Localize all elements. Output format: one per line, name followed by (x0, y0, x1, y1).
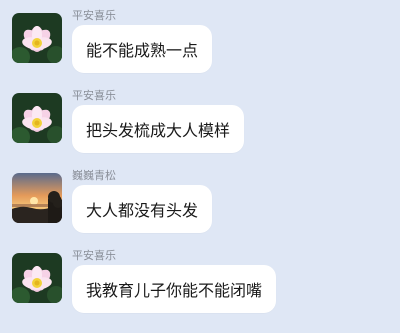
sender-name: 巍巍青松 (72, 169, 116, 182)
avatar-lotus[interactable] (12, 253, 62, 303)
avatar-lotus[interactable] (12, 93, 62, 143)
sender-name: 平安喜乐 (72, 249, 116, 262)
message-bubble[interactable]: 能不能成熟一点 (72, 25, 213, 73)
avatar-lotus[interactable] (12, 13, 62, 63)
sender-name: 平安喜乐 (72, 89, 116, 102)
lotus-icon (12, 253, 62, 303)
chat-message-list: 平安喜乐 能不能成熟一点 平安喜乐 把头发梳成大人模样 巍巍青松 大人都没有头发… (0, 0, 400, 333)
message-bubble[interactable]: 大人都没有头发 (72, 185, 213, 233)
chat-message: 平安喜乐 能不能成熟一点 (12, 9, 392, 89)
avatar-sunset[interactable] (12, 173, 62, 223)
lotus-icon (12, 13, 62, 63)
chat-message: 平安喜乐 我教育儿子你能不能闭嘴 (12, 249, 392, 329)
sender-name: 平安喜乐 (72, 9, 116, 22)
chat-message: 巍巍青松 大人都没有头发 (12, 169, 392, 249)
lotus-icon (12, 93, 62, 143)
chat-message: 平安喜乐 把头发梳成大人模样 (12, 89, 392, 169)
message-bubble[interactable]: 我教育儿子你能不能闭嘴 (72, 265, 277, 313)
message-bubble[interactable]: 把头发梳成大人模样 (72, 105, 245, 153)
sunset-landscape-icon (12, 173, 62, 223)
